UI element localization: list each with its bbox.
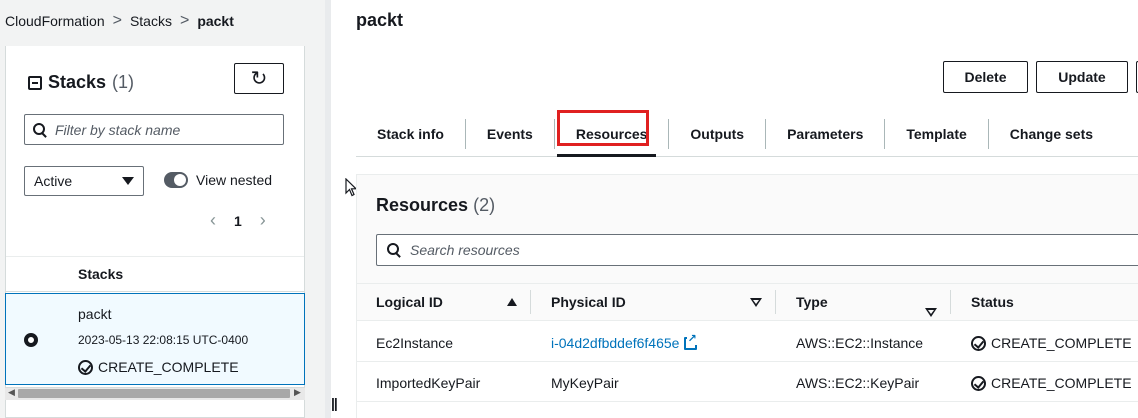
breadcrumb-stacks[interactable]: Stacks — [130, 13, 172, 29]
caret-down-icon — [122, 177, 134, 185]
tab-events[interactable]: Events — [466, 119, 555, 149]
status-filter-value: Active — [34, 173, 73, 189]
logical-id-cell: Ec2Instance — [376, 335, 454, 351]
view-nested-toggle[interactable] — [164, 172, 188, 188]
stacks-count: (1) — [112, 72, 135, 92]
filter-placeholder: Filter by stack name — [55, 121, 181, 138]
breadcrumb: CloudFormation > Stacks > packt — [5, 12, 234, 30]
tab-parameters[interactable]: Parameters — [766, 119, 886, 149]
column-divider[interactable] — [775, 290, 776, 314]
status-filter-select[interactable]: Active — [24, 166, 144, 196]
stack-name[interactable]: packt — [78, 306, 111, 322]
tab-outputs[interactable]: Outputs — [669, 119, 767, 149]
logical-id-cell: ImportedKeyPair — [376, 375, 481, 391]
physical-id-link[interactable]: i-04d2dfbddef6f465e — [551, 332, 698, 351]
search-icon — [33, 122, 47, 137]
breadcrumb-separator: > — [112, 12, 122, 29]
filter-stack-input[interactable]: Filter by stack name — [24, 114, 284, 145]
resources-table-header — [357, 283, 1138, 321]
update-button[interactable]: Update — [1036, 61, 1128, 93]
tab-stack-info[interactable]: Stack info — [356, 119, 466, 149]
refresh-button[interactable]: ↻ — [234, 63, 284, 94]
next-page-icon[interactable]: › — [260, 210, 266, 231]
search-resources-placeholder: Search resources — [410, 242, 520, 258]
stacks-title: Stacks — [48, 72, 107, 92]
physical-id-text[interactable]: i-04d2dfbddef6f465e — [551, 335, 679, 351]
sort-icon[interactable] — [750, 298, 762, 308]
status-cell: CREATE_COMPLETE — [971, 335, 1132, 351]
current-page[interactable]: 1 — [234, 213, 242, 229]
tab-bar: Stack info Events Resources Outputs Para… — [356, 112, 1114, 156]
panel-divider — [325, 0, 331, 418]
column-logical-id[interactable]: Logical ID — [376, 294, 443, 310]
delete-button[interactable]: Delete — [943, 61, 1028, 93]
stacks-table-header — [6, 256, 304, 292]
search-resources-input[interactable]: Search resources — [376, 234, 1138, 266]
resources-count: (2) — [473, 195, 496, 215]
column-divider[interactable] — [950, 290, 951, 314]
breadcrumb-cloudformation[interactable]: CloudFormation — [5, 13, 105, 29]
status-text: CREATE_COMPLETE — [991, 335, 1132, 351]
refresh-icon: ↻ — [250, 68, 268, 90]
physical-id-cell: MyKeyPair — [551, 375, 619, 391]
sort-icon[interactable] — [925, 308, 937, 318]
type-cell: AWS::EC2::Instance — [796, 335, 924, 351]
check-circle-icon — [971, 335, 986, 351]
scroll-right-icon[interactable]: ▶ — [294, 387, 301, 398]
prev-page-icon[interactable]: ‹ — [210, 210, 216, 231]
stack-status-text: CREATE_COMPLETE — [98, 359, 239, 375]
active-tab-indicator — [557, 154, 656, 157]
stack-timestamp: 2023-05-13 22:08:15 UTC-0400 — [78, 333, 249, 347]
resize-handle[interactable]: || — [331, 395, 338, 411]
breadcrumb-separator: > — [179, 12, 190, 29]
breadcrumb-current: packt — [197, 13, 234, 29]
stack-radio[interactable] — [24, 333, 38, 347]
column-type[interactable]: Type — [796, 294, 828, 310]
stacks-column-header: Stacks — [78, 266, 124, 282]
status-cell: CREATE_COMPLETE — [971, 375, 1132, 391]
view-nested-label: View nested — [196, 172, 273, 188]
search-icon — [387, 243, 401, 257]
tab-template[interactable]: Template — [885, 119, 989, 149]
column-physical-id[interactable]: Physical ID — [551, 294, 626, 310]
column-divider[interactable] — [530, 290, 531, 314]
pagination: ‹ 1 › — [210, 210, 266, 231]
scroll-left-icon[interactable]: ◀ — [8, 387, 15, 398]
resources-heading: Resources (2) — [376, 195, 495, 216]
status-text: CREATE_COMPLETE — [991, 375, 1132, 391]
check-circle-icon — [971, 375, 986, 391]
check-circle-icon — [78, 359, 93, 375]
tabs-baseline — [356, 156, 1138, 157]
resources-title: Resources — [376, 195, 469, 215]
type-cell: AWS::EC2::KeyPair — [796, 375, 920, 391]
page-title: packt — [356, 10, 404, 30]
resources-header — [357, 175, 1138, 283]
external-link-icon[interactable] — [684, 332, 698, 350]
sort-ascending-icon[interactable] — [507, 298, 517, 306]
stacks-heading: Stacks (1) — [28, 72, 134, 93]
column-status[interactable]: Status — [971, 294, 1014, 310]
scrollbar-thumb[interactable] — [18, 389, 290, 398]
resources-tab-highlight — [557, 110, 649, 146]
stack-status: CREATE_COMPLETE — [78, 359, 239, 375]
tab-change-sets[interactable]: Change sets — [989, 119, 1114, 149]
collapse-icon[interactable] — [28, 75, 42, 90]
